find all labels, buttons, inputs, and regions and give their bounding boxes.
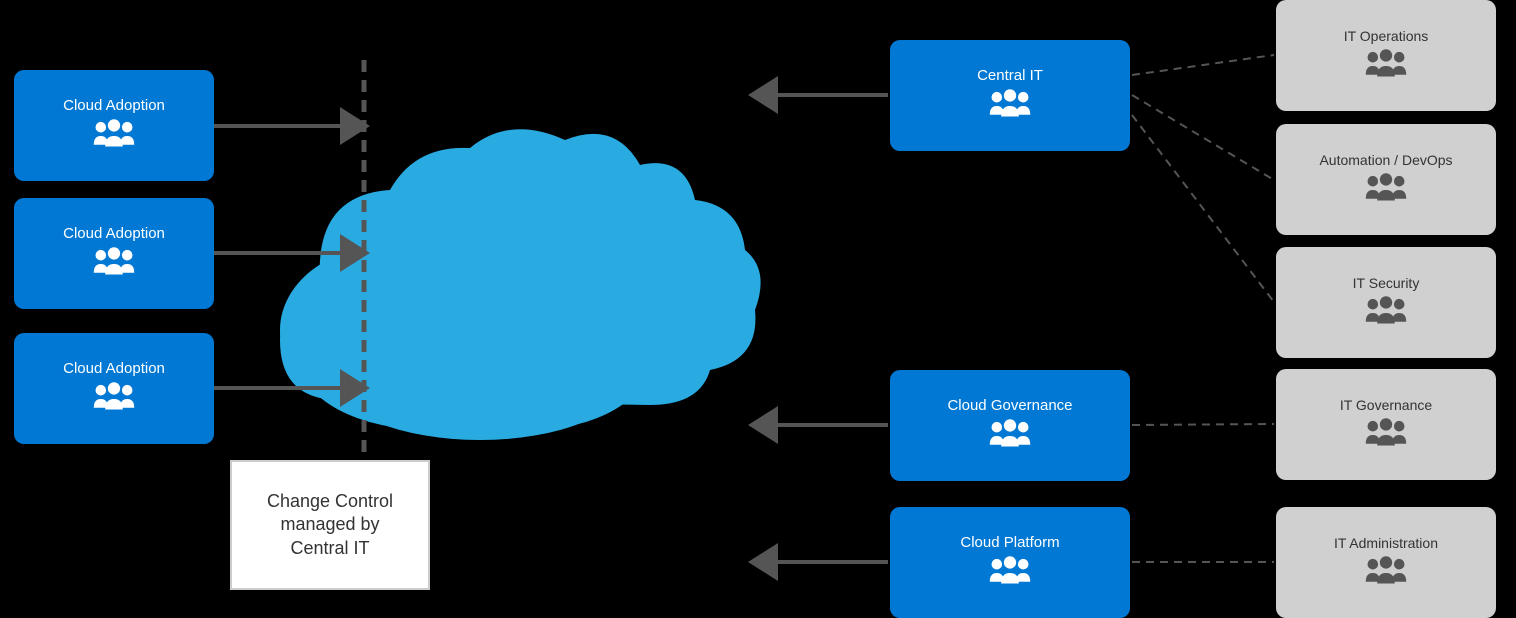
change-control-box: Change Controlmanaged byCentral IT	[230, 460, 430, 590]
change-control-text: Change Controlmanaged byCentral IT	[267, 490, 393, 560]
it-administration-label: IT Administration	[1334, 535, 1438, 551]
people-icon-automation-devops	[1364, 172, 1408, 208]
people-icon-cloud-platform	[988, 555, 1032, 591]
cloud-adoption-box-2: Cloud Adoption	[14, 198, 214, 309]
automation-devops-box: Automation / DevOps	[1276, 124, 1496, 235]
people-icon-it-security	[1364, 295, 1408, 331]
it-operations-label: IT Operations	[1344, 28, 1429, 44]
central-it-box: Central IT	[890, 40, 1130, 151]
cloud-adoption-3-label: Cloud Adoption	[63, 360, 165, 377]
people-icon-1	[92, 118, 136, 154]
cloud-platform-box: Cloud Platform	[890, 507, 1130, 618]
cloud-adoption-box-3: Cloud Adoption	[14, 333, 214, 444]
cloud-platform-label: Cloud Platform	[960, 534, 1059, 551]
it-security-box: IT Security	[1276, 247, 1496, 358]
people-icon-central-it	[988, 88, 1032, 124]
people-icon-it-operations	[1364, 48, 1408, 84]
central-it-label: Central IT	[977, 67, 1043, 84]
cloud-adoption-1-label: Cloud Adoption	[63, 97, 165, 114]
it-governance-box: IT Governance	[1276, 369, 1496, 480]
it-operations-box: IT Operations	[1276, 0, 1496, 111]
people-icon-cloud-governance	[988, 418, 1032, 454]
it-governance-label: IT Governance	[1340, 397, 1432, 413]
cloud-adoption-2-label: Cloud Adoption	[63, 225, 165, 242]
people-icon-3	[92, 381, 136, 417]
people-icon-it-governance	[1364, 417, 1408, 453]
cloud-governance-box: Cloud Governance	[890, 370, 1130, 481]
people-icon-2	[92, 246, 136, 282]
people-icon-it-administration	[1364, 555, 1408, 591]
cloud-shape	[280, 129, 761, 440]
it-security-label: IT Security	[1353, 275, 1420, 291]
automation-devops-label: Automation / DevOps	[1319, 152, 1452, 168]
cloud-adoption-box-1: Cloud Adoption	[14, 70, 214, 181]
diagram: Cloud Adoption Cloud Adoption Cloud Adop…	[0, 0, 1516, 618]
cloud-governance-label: Cloud Governance	[947, 397, 1072, 414]
it-administration-box: IT Administration	[1276, 507, 1496, 618]
